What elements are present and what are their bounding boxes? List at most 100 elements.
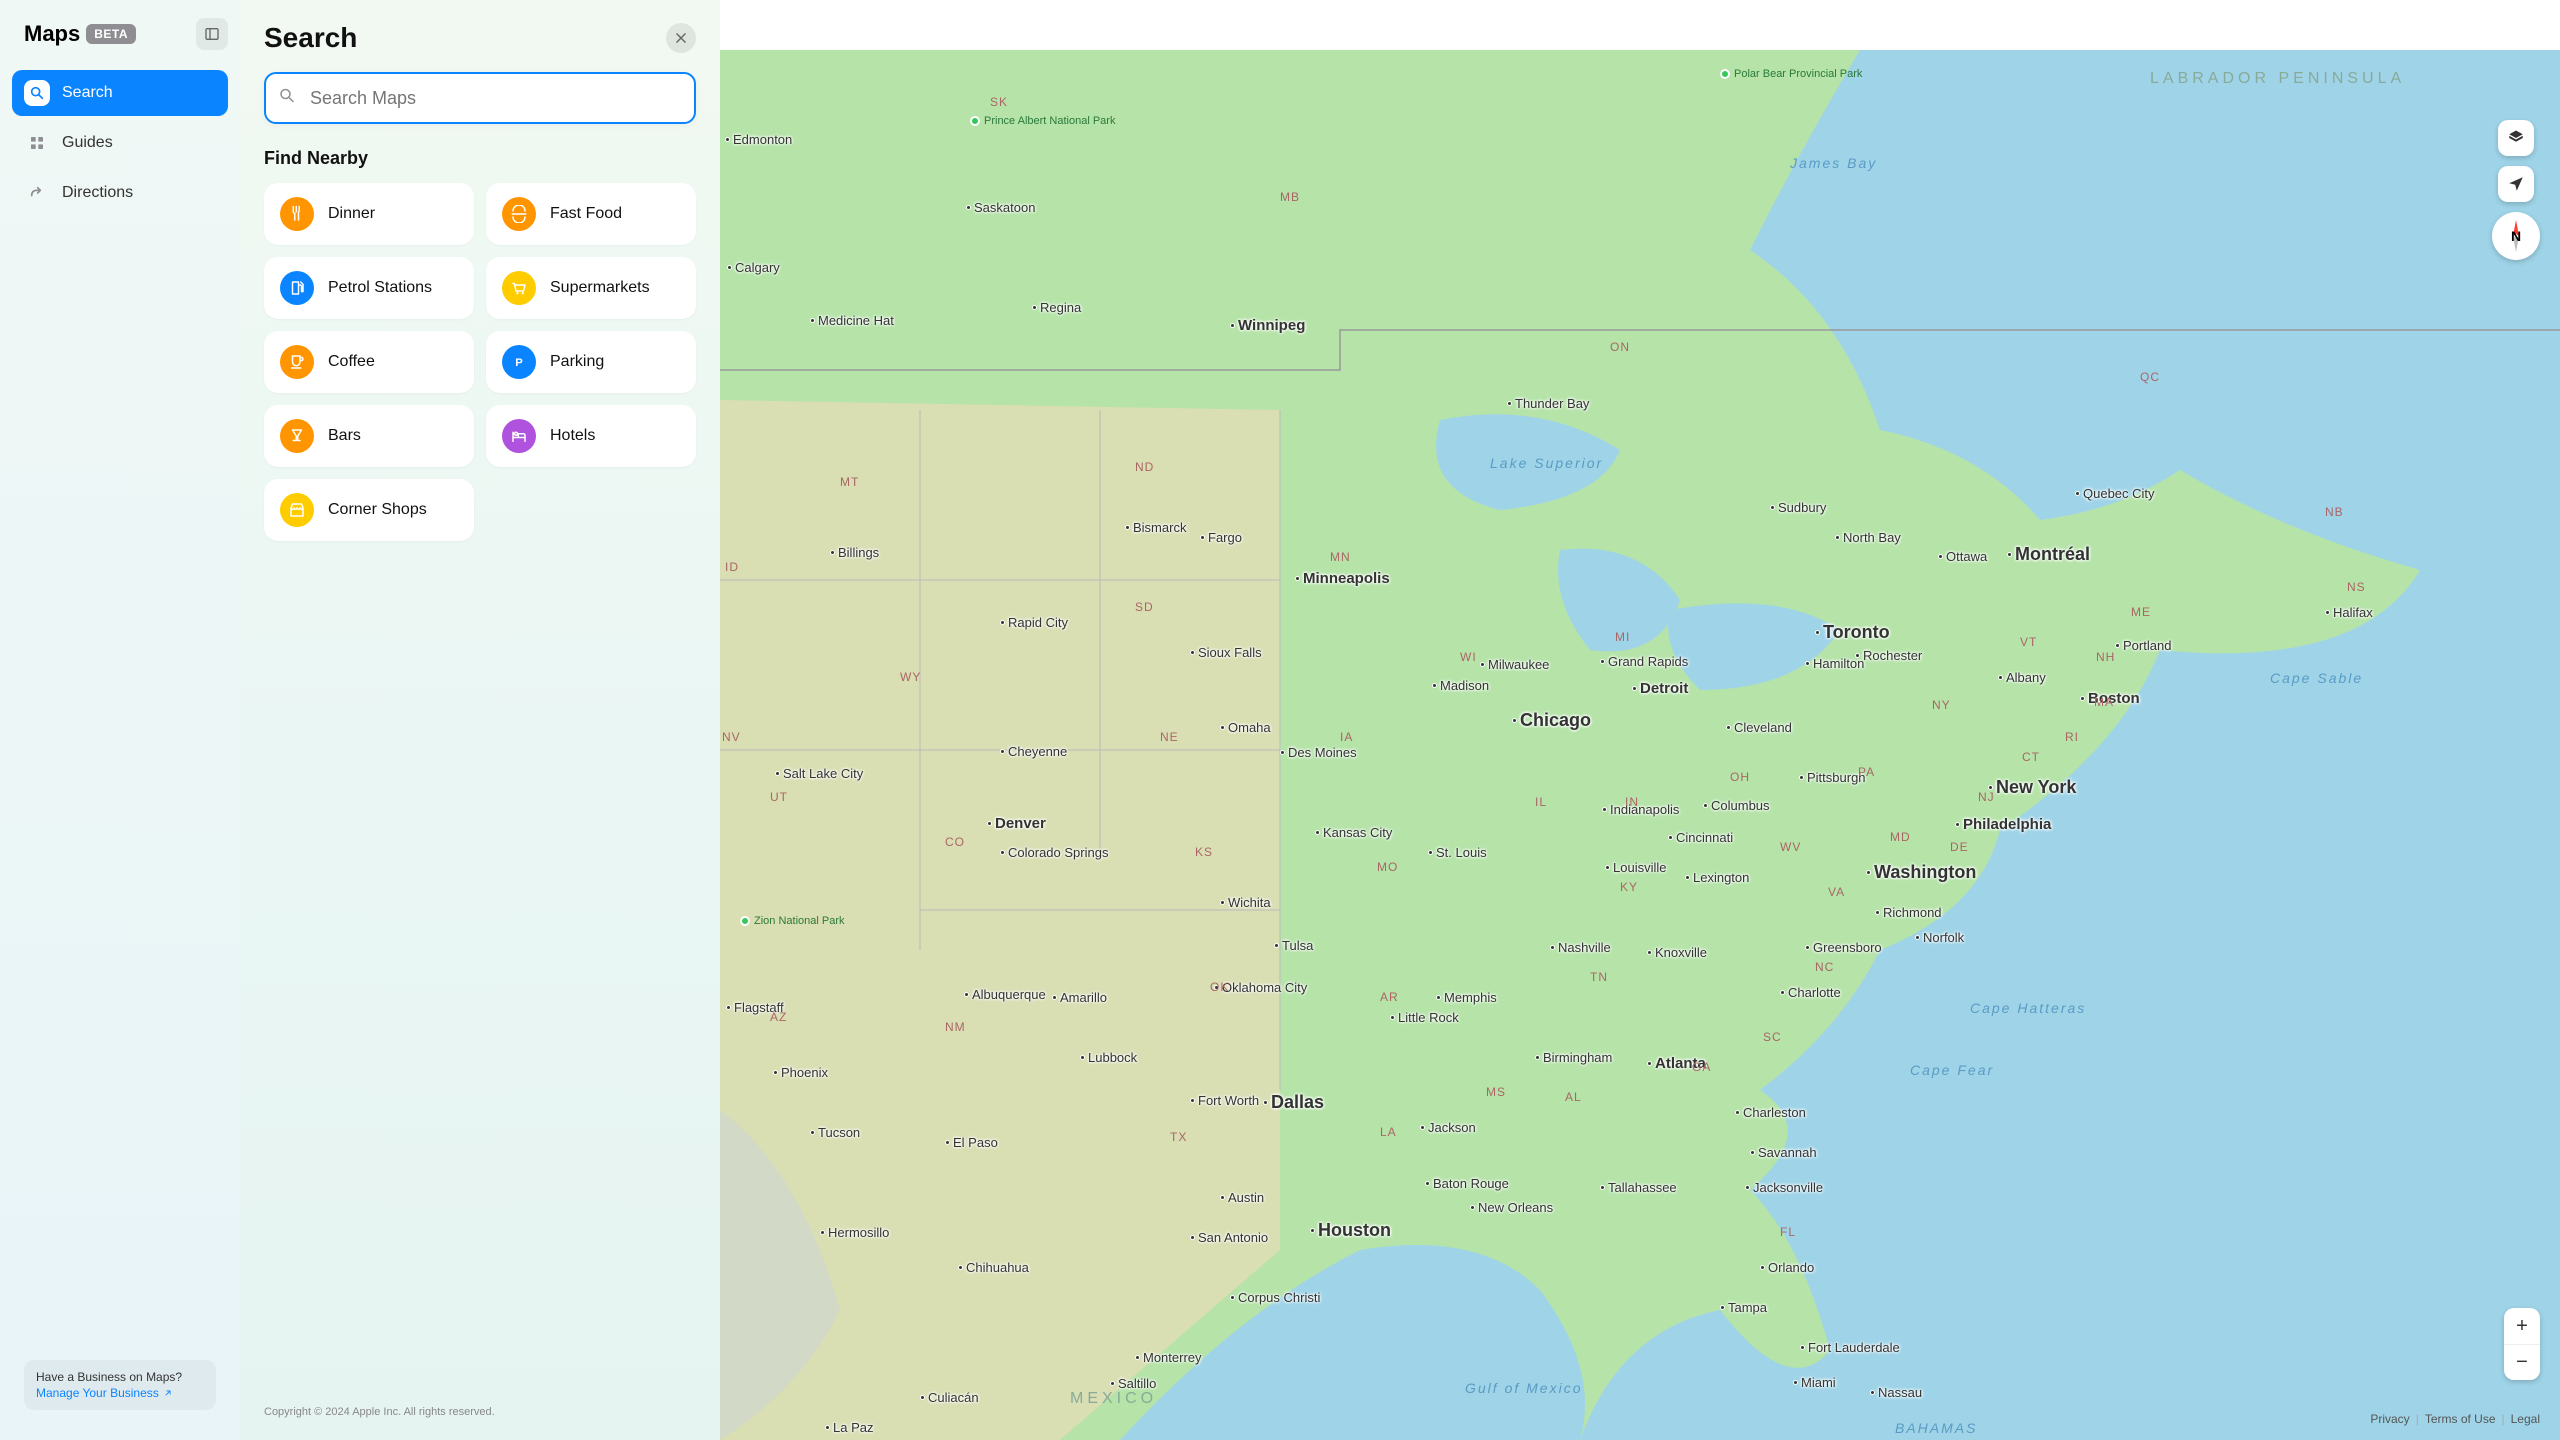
category-parking[interactable]: P Parking — [486, 331, 696, 393]
map-label[interactable]: Winnipeg — [1230, 317, 1305, 334]
map-label[interactable]: Cincinnati — [1668, 830, 1733, 845]
map-label[interactable]: Chicago — [1512, 710, 1591, 731]
map-label[interactable]: Lexington — [1685, 870, 1749, 885]
map-label[interactable]: Amarillo — [1052, 990, 1107, 1005]
nav-item-guides[interactable]: Guides — [12, 120, 228, 166]
map-label[interactable]: St. Louis — [1428, 845, 1487, 860]
close-panel-button[interactable] — [666, 23, 696, 53]
map-label[interactable]: Albuquerque — [964, 987, 1046, 1002]
map-label[interactable]: Dallas — [1263, 1092, 1324, 1113]
nav-item-directions[interactable]: Directions — [12, 170, 228, 216]
map-label[interactable]: Edmonton — [725, 132, 792, 147]
category-bars[interactable]: Bars — [264, 405, 474, 467]
map-label[interactable]: Medicine Hat — [810, 313, 894, 328]
map-label[interactable]: Nassau — [1870, 1385, 1922, 1400]
map-label[interactable]: Kansas City — [1315, 825, 1392, 840]
map-label[interactable]: Phoenix — [773, 1065, 828, 1080]
category-supermarkets[interactable]: Supermarkets — [486, 257, 696, 319]
map-label[interactable]: Halifax — [2325, 605, 2373, 620]
map-label[interactable]: Hermosillo — [820, 1225, 889, 1240]
map-label[interactable]: Montréal — [2007, 544, 2090, 565]
map-label[interactable]: Milwaukee — [1480, 657, 1549, 672]
nav-item-search[interactable]: Search — [12, 70, 228, 116]
map-label[interactable]: Sioux Falls — [1190, 645, 1262, 660]
map-label[interactable]: Culiacán — [920, 1390, 979, 1405]
map-label[interactable]: Pittsburgh — [1799, 770, 1866, 785]
map-label[interactable]: Saltillo — [1110, 1376, 1156, 1391]
map-label[interactable]: Albany — [1998, 670, 2046, 685]
map-label[interactable]: Chihuahua — [958, 1260, 1029, 1275]
map-label[interactable]: La Paz — [825, 1420, 873, 1435]
business-promo-card[interactable]: Have a Business on Maps? Manage Your Bus… — [24, 1360, 216, 1410]
map-label[interactable]: Charleston — [1735, 1105, 1806, 1120]
business-promo-link[interactable]: Manage Your Business — [36, 1386, 204, 1400]
map-label[interactable]: Detroit — [1632, 680, 1688, 697]
map-label[interactable]: Thunder Bay — [1507, 396, 1589, 411]
map-label[interactable]: Colorado Springs — [1000, 845, 1108, 860]
search-input[interactable] — [264, 72, 696, 124]
map-label[interactable]: Washington — [1866, 862, 1976, 883]
map-label[interactable]: Salt Lake City — [775, 766, 863, 781]
category-fast-food[interactable]: Fast Food — [486, 183, 696, 245]
map-label[interactable]: Orlando — [1760, 1260, 1814, 1275]
map-label[interactable]: Quebec City — [2075, 486, 2155, 501]
park-label[interactable]: Zion National Park — [740, 915, 845, 927]
category-hotels[interactable]: Hotels — [486, 405, 696, 467]
park-label[interactable]: Prince Albert National Park — [970, 115, 1115, 127]
map-label[interactable]: Denver — [987, 815, 1046, 832]
zoom-in-button[interactable]: + — [2504, 1308, 2540, 1344]
map-label[interactable]: Jacksonville — [1745, 1180, 1823, 1195]
map-label[interactable]: Richmond — [1875, 905, 1942, 920]
map-label[interactable]: San Antonio — [1190, 1230, 1268, 1245]
footer-link-legal[interactable]: Legal — [2511, 1412, 2540, 1426]
map-label[interactable]: Baton Rouge — [1425, 1176, 1509, 1191]
map-label[interactable]: Corpus Christi — [1230, 1290, 1320, 1305]
map-label[interactable]: Tallahassee — [1600, 1180, 1677, 1195]
map-label[interactable]: North Bay — [1835, 530, 1901, 545]
map-label[interactable]: Cleveland — [1726, 720, 1792, 735]
map-label[interactable]: Sudbury — [1770, 500, 1826, 515]
category-corner-shops[interactable]: Corner Shops — [264, 479, 474, 541]
map-label[interactable]: Toronto — [1815, 622, 1890, 643]
map-label[interactable]: Rapid City — [1000, 615, 1068, 630]
map-label[interactable]: Indianapolis — [1602, 802, 1679, 817]
category-petrol-stations[interactable]: Petrol Stations — [264, 257, 474, 319]
map-label[interactable]: Rochester — [1855, 648, 1922, 663]
map-canvas[interactable]: Chicago New York Washington Dallas Houston Mo… — [720, 50, 2560, 1440]
map-label[interactable]: Philadelphia — [1955, 816, 2051, 833]
map-label[interactable]: Saskatoon — [966, 200, 1035, 215]
map-label[interactable]: New York — [1988, 777, 2076, 798]
map-label[interactable]: El Paso — [945, 1135, 998, 1150]
map-label[interactable]: Norfolk — [1915, 930, 1964, 945]
map-label[interactable]: Jackson — [1420, 1120, 1476, 1135]
map-label[interactable]: Bismarck — [1125, 520, 1186, 535]
map-label[interactable]: Fort Worth — [1190, 1093, 1259, 1108]
collapse-sidebar-button[interactable] — [196, 18, 228, 50]
map-label[interactable]: Columbus — [1703, 798, 1770, 813]
map-label[interactable]: Billings — [830, 545, 879, 560]
map-label[interactable]: Lubbock — [1080, 1050, 1137, 1065]
map-label[interactable]: Fargo — [1200, 530, 1242, 545]
footer-link-privacy[interactable]: Privacy — [2370, 1412, 2409, 1426]
map-label[interactable]: Tulsa — [1274, 938, 1313, 953]
map-label[interactable]: Savannah — [1750, 1145, 1817, 1160]
map-label[interactable]: Nashville — [1550, 940, 1611, 955]
map-label[interactable]: Grand Rapids — [1600, 654, 1688, 669]
map-label[interactable]: Tampa — [1720, 1300, 1767, 1315]
map-label[interactable]: Omaha — [1220, 720, 1271, 735]
map-label[interactable]: Houston — [1310, 1220, 1391, 1241]
map-label[interactable]: Minneapolis — [1295, 570, 1390, 587]
map-label[interactable]: Wichita — [1220, 895, 1271, 910]
map-label[interactable]: Regina — [1032, 300, 1081, 315]
park-label[interactable]: Polar Bear Provincial Park — [1720, 68, 1862, 80]
map-label[interactable]: Calgary — [727, 260, 780, 275]
map-label[interactable]: Tucson — [810, 1125, 860, 1140]
map-label[interactable]: Ottawa — [1938, 549, 1987, 564]
footer-link-terms[interactable]: Terms of Use — [2425, 1412, 2496, 1426]
map-label[interactable]: Austin — [1220, 1190, 1264, 1205]
map-label[interactable]: Des Moines — [1280, 745, 1357, 760]
category-dinner[interactable]: Dinner — [264, 183, 474, 245]
map-label[interactable]: Portland — [2115, 638, 2171, 653]
compass-button[interactable]: N — [2492, 212, 2540, 260]
map-mode-button[interactable] — [2498, 120, 2534, 156]
